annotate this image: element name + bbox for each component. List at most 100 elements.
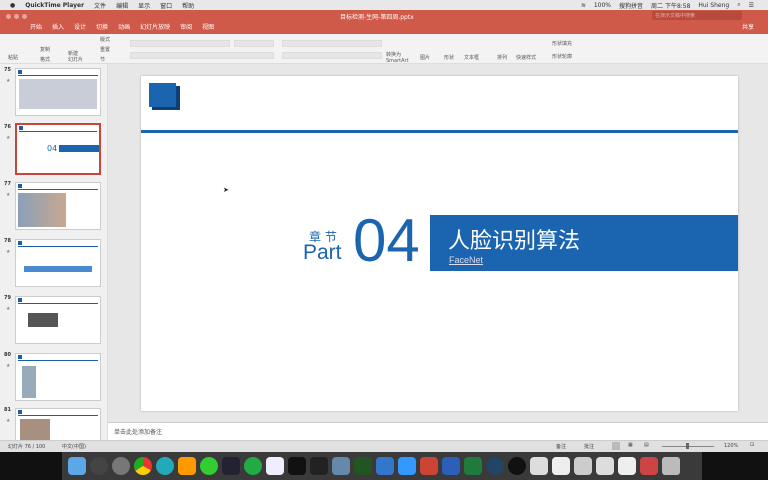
spotlight-app-icon[interactable] [90, 457, 108, 475]
battery-status[interactable]: 100% [594, 2, 611, 9]
font-size-select[interactable] [234, 40, 274, 47]
menu-window[interactable]: 窗口 [160, 1, 172, 10]
input-method[interactable]: 搜狗拼音 [619, 1, 643, 10]
font-family-select[interactable] [130, 40, 230, 47]
slide-thumbnail[interactable] [15, 353, 101, 401]
menu-file[interactable]: 文件 [94, 1, 106, 10]
spotlight-icon[interactable]: ⌕ [737, 1, 740, 9]
slide-sorter-button[interactable]: ▦ [628, 442, 633, 448]
slide-thumbnail[interactable] [15, 296, 101, 344]
search-input[interactable]: 在演示文稿中搜索 [652, 11, 742, 20]
status-bar: 幻灯片 76 / 100 中文(中国) 备注 批注 ▦ ▤ 120% ⊡ [0, 440, 768, 452]
document-icon[interactable] [530, 457, 548, 475]
window-icon[interactable] [618, 457, 636, 475]
comments-toggle[interactable]: 批注 [584, 443, 594, 450]
clock[interactable]: 周二 下午8:58 [651, 1, 690, 10]
shape-button[interactable]: 形状 [444, 54, 454, 61]
paragraph-toolbar[interactable] [282, 40, 382, 47]
slide-thumbnail[interactable] [15, 68, 101, 116]
notification-center-icon[interactable]: ☰ [749, 2, 754, 9]
notes-toggle[interactable]: 备注 [556, 443, 566, 450]
reset-button[interactable]: 重置 [100, 46, 110, 53]
tab-view[interactable]: 视图 [202, 22, 214, 31]
thumbnail-number: 77 [4, 181, 11, 187]
qq-icon[interactable] [508, 457, 526, 475]
intellij-icon[interactable] [222, 457, 240, 475]
activity-monitor-icon[interactable] [354, 457, 372, 475]
tab-home[interactable]: 开始 [30, 22, 42, 31]
menu-view[interactable]: 显示 [138, 1, 150, 10]
chrome-icon[interactable] [134, 457, 152, 475]
shape-fill-button[interactable]: 形状填充 [552, 40, 572, 47]
shape-outline-button[interactable]: 形状轮廓 [552, 53, 572, 60]
sublime-icon[interactable] [178, 457, 196, 475]
pycharm-icon[interactable] [310, 457, 328, 475]
star-icon: ★ [6, 418, 11, 424]
zoom-level[interactable]: 120% [724, 443, 738, 449]
font-format-toolbar[interactable] [130, 52, 274, 59]
spreadsheet-icon[interactable] [574, 457, 592, 475]
logo-square [149, 83, 176, 107]
language-status[interactable]: 中文(中国) [62, 443, 86, 450]
word-icon[interactable] [442, 457, 460, 475]
slide-thumbnail[interactable] [15, 182, 101, 230]
apple-icon[interactable]: ● [10, 2, 15, 9]
close-window-button[interactable] [6, 14, 11, 19]
search-app-icon[interactable] [156, 457, 174, 475]
convert-smartart-button[interactable]: 转换为 SmartArt [386, 52, 409, 64]
fit-window-button[interactable]: ⊡ [750, 442, 754, 448]
format-painter-button[interactable]: 格式 [40, 56, 50, 63]
notes-input[interactable]: 单击此处添加备注 [108, 422, 768, 440]
browser-icon[interactable] [486, 457, 504, 475]
presentation-icon[interactable] [640, 457, 658, 475]
menu-help[interactable]: 帮助 [182, 1, 194, 10]
slide-thumbnail-pane[interactable]: 75 ★ 76 ★ 04 77 ★ 78 ★ 79 ★ 80 ★ 81 ★ [0, 64, 108, 440]
textbox-button[interactable]: 文本框 [464, 54, 479, 61]
document-icon[interactable] [552, 457, 570, 475]
zoom-slider-thumb[interactable] [686, 443, 689, 449]
slide-thumbnail[interactable] [15, 408, 101, 440]
reading-view-button[interactable]: ▤ [644, 442, 649, 448]
wechat-icon[interactable] [200, 457, 218, 475]
evernote-icon[interactable] [244, 457, 262, 475]
airdrop-icon[interactable] [398, 457, 416, 475]
tab-review[interactable]: 审阅 [180, 22, 192, 31]
wifi-icon[interactable]: ≋ [581, 2, 586, 9]
title-bar: 目标检测-生网-第四周.pptx 在演示文稿中搜索 开始 插入 设计 切换 动画… [0, 10, 768, 34]
finder-icon[interactable] [68, 457, 86, 475]
powerpoint-icon[interactable] [420, 457, 438, 475]
trash-icon[interactable] [662, 457, 680, 475]
alignment-toolbar[interactable] [282, 52, 382, 59]
copy-button[interactable]: 复制 [40, 46, 50, 53]
paste-button[interactable]: 粘贴 [8, 54, 18, 61]
launchpad-icon[interactable] [112, 457, 130, 475]
menu-edit[interactable]: 编辑 [116, 1, 128, 10]
tab-design[interactable]: 设计 [74, 22, 86, 31]
slide-thumbnail-selected[interactable]: 04 [15, 123, 101, 175]
layout-button[interactable]: 版式 [100, 36, 110, 43]
share-button[interactable]: 共享 [742, 22, 754, 31]
vpn-icon[interactable] [376, 457, 394, 475]
slide-thumbnail[interactable] [15, 239, 101, 287]
ribbon-tabs: 开始 插入 设计 切换 动画 幻灯片放映 审阅 视图 [30, 22, 214, 31]
excel-icon[interactable] [464, 457, 482, 475]
tab-transitions[interactable]: 切换 [96, 22, 108, 31]
picture-button[interactable]: 图片 [420, 54, 430, 61]
tab-slideshow[interactable]: 幻灯片放映 [140, 22, 170, 31]
new-slide-button[interactable]: 新建 幻灯片 [68, 51, 83, 63]
section-button[interactable]: 节 [100, 56, 105, 63]
zoom-window-button[interactable] [22, 14, 27, 19]
normal-view-button[interactable] [612, 442, 620, 450]
tab-animations[interactable]: 动画 [118, 22, 130, 31]
arrange-button[interactable]: 排列 [497, 54, 507, 61]
preview-icon[interactable] [332, 457, 350, 475]
terminal-icon[interactable] [288, 457, 306, 475]
tab-insert[interactable]: 插入 [52, 22, 64, 31]
minimize-window-button[interactable] [14, 14, 19, 19]
user-name[interactable]: Hui Sheng [698, 2, 729, 9]
document-icon[interactable] [596, 457, 614, 475]
slide[interactable]: 章 节 Part 04 人脸识别算法 FaceNet [141, 76, 738, 411]
cloud-drive-icon[interactable] [266, 457, 284, 475]
menu-app[interactable]: QuickTime Player [25, 2, 84, 9]
quick-styles-button[interactable]: 快速样式 [516, 54, 536, 61]
